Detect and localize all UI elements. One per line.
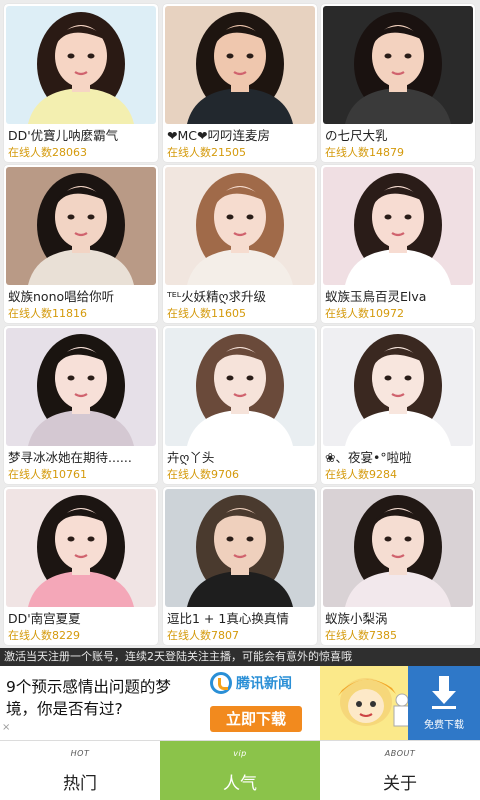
online-count: 在线人数9706 [167,468,239,481]
streamer-photo [165,328,315,446]
streamer-photo [323,167,473,285]
streamer-photo [6,6,156,124]
streamer-thumbnail[interactable] [323,489,473,607]
ad-close-icon[interactable]: × [2,722,14,734]
streamer-card[interactable]: ❤MC❤叼叼连麦房 在线人数21505 [163,4,317,162]
online-count: 在线人数11605 [167,307,246,320]
streamer-card[interactable]: DD'南宫夏夏 在线人数8229 [4,487,158,645]
streamer-photo [6,489,156,607]
streamer-grid: DD'优寶儿呐麼霸气 在线人数28063 ❤MC❤叼叼连麦房 在线人数21505… [0,0,480,648]
streamer-photo [165,6,315,124]
streamer-card[interactable]: 蚁族nono唱给你听 在线人数11816 [4,165,158,323]
streamer-name: ᵀᴱᴸ火妖精ღ求升级 [167,289,266,304]
streamer-thumbnail[interactable] [323,167,473,285]
ad-brand: 腾讯新闻 [236,676,292,692]
streamer-thumbnail[interactable] [165,167,315,285]
bottom-tab-bar: HOT 热门 vip 人气 ABOUT 关于 [0,740,480,800]
cartoon-illustration [320,666,416,740]
announcement-text: 激活当天注册一个账号，连续2天登陆关注主播，可能会有意外的惊喜哦 [4,650,352,663]
tab-hot[interactable]: HOT 热门 [0,741,160,800]
tab-vip-sub: vip [233,749,247,758]
streamer-name: 逗比1 + 1真心换真情 [167,611,289,626]
streamer-thumbnail[interactable] [6,489,156,607]
online-count: 在线人数14879 [325,146,404,159]
streamer-card[interactable]: DD'优寶儿呐麼霸气 在线人数28063 [4,4,158,162]
streamer-name: の七尺大乳 [325,128,388,143]
tab-vip[interactable]: vip 人气 [160,741,320,800]
download-arrow-icon [432,676,456,709]
ad-headline[interactable]: 9个预示感情出问题的梦境，你是否有过? [6,676,196,720]
online-count: 在线人数28063 [8,146,87,159]
tab-about-label: 关于 [383,774,417,794]
tab-about-sub: ABOUT [384,749,416,758]
streamer-name: DD'南宫夏夏 [8,611,81,626]
streamer-name: ❤MC❤叼叼连麦房 [167,128,270,143]
streamer-name: 蚁族玉鳥百灵Elva [325,289,427,304]
streamer-photo [165,167,315,285]
online-count: 在线人数10761 [8,468,87,481]
streamer-photo [323,328,473,446]
streamer-card[interactable]: 逗比1 + 1真心换真情 在线人数7807 [163,487,317,645]
streamer-card[interactable]: 蚁族玉鳥百灵Elva 在线人数10972 [321,165,475,323]
free-download-label: 免费下载 [424,720,464,731]
streamer-card[interactable]: 梦寻冰冰她在期待...... 在线人数10761 [4,326,158,484]
streamer-name: ❀、夜宴•°啦啦 [325,450,412,465]
announcement-marquee: 激活当天注册一个账号，连续2天登陆关注主播，可能会有意外的惊喜哦 [0,648,480,666]
streamer-card[interactable]: の七尺大乳 在线人数14879 [321,4,475,162]
streamer-card[interactable]: 卉ღ丫头 在线人数9706 [163,326,317,484]
online-count: 在线人数8229 [8,629,80,642]
streamer-name: 蚁族nono唱给你听 [8,289,115,304]
ad-news-block[interactable]: 腾讯新闻 立即下载 [206,670,324,736]
streamer-name: 梦寻冰冰她在期待...... [8,450,132,465]
streamer-photo [6,328,156,446]
online-count: 在线人数7385 [325,629,397,642]
online-count: 在线人数7807 [167,629,239,642]
streamer-thumbnail[interactable] [165,489,315,607]
online-count: 在线人数10972 [325,307,404,320]
news-logo-icon [210,672,232,694]
streamer-thumbnail[interactable] [323,6,473,124]
online-count: 在线人数9284 [325,468,397,481]
streamer-photo [165,489,315,607]
streamer-card[interactable]: ᵀᴱᴸ火妖精ღ求升级 在线人数11605 [163,165,317,323]
streamer-name: 蚁族小梨涡 [325,611,388,626]
tab-about[interactable]: ABOUT 关于 [320,741,480,800]
ad-banner[interactable]: 9个预示感情出问题的梦境，你是否有过? 腾讯新闻 立即下载 免费下载 × [0,666,480,740]
streamer-card[interactable]: 蚁族小梨涡 在线人数7385 [321,487,475,645]
online-count: 在线人数21505 [167,146,246,159]
streamer-thumbnail[interactable] [6,328,156,446]
streamer-photo [323,489,473,607]
tab-vip-label: 人气 [223,774,257,794]
streamer-name: 卉ღ丫头 [167,450,215,465]
download-now-button[interactable]: 立即下载 [210,706,302,732]
online-count: 在线人数11816 [8,307,87,320]
streamer-photo [323,6,473,124]
streamer-thumbnail[interactable] [323,328,473,446]
streamer-card[interactable]: ❀、夜宴•°啦啦 在线人数9284 [321,326,475,484]
streamer-thumbnail[interactable] [6,6,156,124]
streamer-name: DD'优寶儿呐麼霸气 [8,128,119,143]
tab-hot-label: 热门 [63,774,97,794]
streamer-thumbnail[interactable] [165,328,315,446]
free-download-button[interactable]: 免费下载 [408,666,480,740]
streamer-thumbnail[interactable] [165,6,315,124]
tab-hot-sub: HOT [70,749,90,758]
streamer-photo [6,167,156,285]
streamer-thumbnail[interactable] [6,167,156,285]
